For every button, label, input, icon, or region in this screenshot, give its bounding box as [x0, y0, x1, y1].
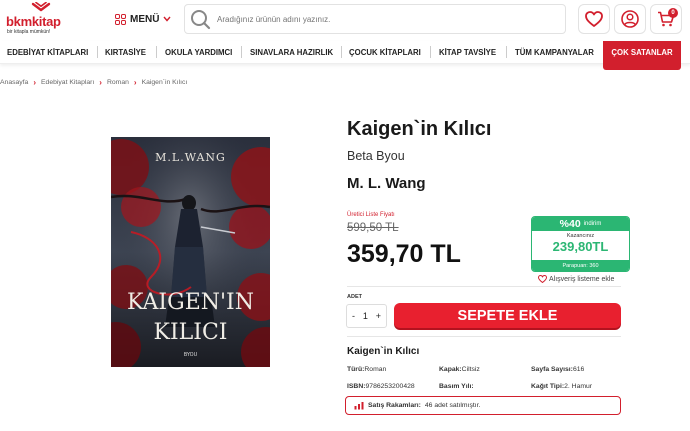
heart-outline-icon: [538, 275, 547, 283]
spec-label: Türü:: [347, 366, 365, 373]
nav-divider: [430, 46, 431, 58]
spec-value: Roman: [364, 366, 387, 373]
logo-wordmark: bkmkitap: [6, 14, 61, 29]
add-to-list-link[interactable]: Alışveriş listeme ekle: [538, 275, 614, 283]
nav-divider: [341, 46, 342, 58]
product-title: Kaigen`in Kılıcı: [347, 118, 492, 140]
spec-value: Ciltsiz: [461, 366, 480, 373]
cart-button[interactable]: 0: [650, 4, 682, 34]
breadcrumb-current: Kaigen`in Kılıcı: [141, 78, 188, 86]
book-cover-art: M.L.WANG KAIGEN'IN KILICI BYOU: [111, 137, 270, 367]
sale-price: 359,70 TL: [347, 240, 461, 268]
nav-item-stationery[interactable]: KIRTASİYE: [105, 41, 146, 63]
breadcrumb-home[interactable]: Anasayfa: [0, 79, 28, 86]
quantity-increase-button[interactable]: +: [376, 311, 381, 321]
points-label: Parapuan: 360: [532, 260, 629, 271]
quantity-label: ADET: [347, 294, 362, 300]
nav-item-all-campaigns[interactable]: TÜM KAMPANYALAR: [515, 41, 594, 63]
logo-mark-icon: [31, 2, 51, 12]
breadcrumb-chevron-icon: ›: [33, 77, 37, 87]
cover-publisher-mark: BYOU: [184, 352, 198, 358]
divider: [347, 336, 621, 337]
quantity-decrease-button[interactable]: -: [352, 311, 355, 321]
spec-label: Basım Yılı:: [439, 383, 474, 390]
quantity-stepper: - 1 +: [346, 304, 387, 328]
grid-menu-icon: [115, 13, 126, 25]
nav-item-children-books[interactable]: ÇOCUK KİTAPLARI: [349, 41, 421, 63]
book-cover-image[interactable]: M.L.WANG KAIGEN'IN KILICI BYOU: [111, 137, 270, 367]
search-bar[interactable]: [184, 4, 566, 34]
nav-divider: [97, 46, 98, 58]
spec-value: 9786253200428: [365, 383, 415, 390]
breadcrumb-literature[interactable]: Edebiyat Kitapları: [41, 79, 94, 86]
spec-paper-type: Kağıt Tipi:2. Hamur: [531, 383, 592, 390]
nav-item-book-recommendations[interactable]: KİTAP TAVSİYE: [439, 41, 496, 63]
spec-page-count: Sayfa Sayısı:616: [531, 366, 584, 373]
nav-divider: [506, 46, 507, 58]
logo-slogan: bir kitapla mümkün!: [7, 29, 51, 35]
cover-title-line1: KAIGEN'IN: [127, 290, 254, 315]
discount-box: %40 indirim Kazancınız 239,80TL Parapuan…: [531, 216, 630, 272]
divider: [347, 286, 621, 287]
brand-logo[interactable]: bkmkitap bir kitapla mümkün!: [6, 2, 98, 36]
sales-label: Satış Rakamları:: [368, 402, 421, 409]
cover-author: M.L.WANG: [155, 151, 226, 164]
spec-label: ISBN:: [347, 383, 366, 390]
list-price-label: Üretici Liste Fiyatı: [347, 212, 395, 218]
spec-isbn: ISBN:9786253200428: [347, 383, 415, 390]
product-page: bkmkitap bir kitapla mümkün! MENÜ Aradığ…: [0, 0, 690, 431]
add-to-cart-button[interactable]: SEPETE EKLE: [394, 303, 621, 328]
spec-genre: Türü:Roman: [347, 366, 386, 373]
menu-label: MENÜ: [130, 13, 160, 25]
nav-item-bestsellers[interactable]: ÇOK SATANLAR: [603, 41, 681, 70]
nav-item-school-help[interactable]: OKULA YARDIMCI: [165, 41, 232, 63]
category-nav: EDEBİYAT KİTAPLARI KIRTASİYE OKULA YARDI…: [0, 41, 690, 70]
spec-value: 616: [572, 366, 585, 373]
spec-cover: Kapak:Ciltsiz: [439, 366, 480, 373]
sales-figures-box: Satış Rakamları: 46 adet satılmıştır.: [345, 396, 621, 415]
add-to-list-label: Alışveriş listeme ekle: [549, 275, 615, 283]
nav-divider: [156, 46, 157, 58]
menu-button[interactable]: MENÜ: [107, 4, 183, 34]
account-button[interactable]: [614, 4, 646, 34]
nav-divider: [241, 46, 242, 58]
details-title: Kaigen`in Kılıcı: [347, 346, 420, 357]
spec-label: Sayfa Sayısı:: [531, 366, 573, 373]
breadcrumb-chevron-icon: ›: [99, 77, 102, 87]
product-author-link[interactable]: M. L. Wang: [347, 175, 426, 192]
bar-chart-icon: [354, 402, 364, 410]
product-publisher-link[interactable]: Beta Byou: [347, 149, 405, 163]
discount-word: indirim: [583, 221, 602, 227]
heart-icon: [585, 11, 603, 27]
spec-label: Kağıt Tipi:: [531, 383, 565, 390]
favorites-button[interactable]: [578, 4, 610, 34]
nav-item-literature[interactable]: EDEBİYAT KİTAPLARI: [7, 41, 88, 63]
breadcrumb-chevron-icon: ›: [133, 77, 137, 87]
spec-value: 2. Hamur: [564, 383, 593, 390]
breadcrumb: Anasayfa › Edebiyat Kitapları › Roman › …: [0, 77, 187, 87]
sales-value: 46 adet satılmıştır.: [424, 402, 481, 409]
list-price: 599,50 TL: [347, 222, 399, 234]
discount-header: %40 indirim: [532, 217, 629, 231]
user-icon: [621, 10, 639, 28]
search-input[interactable]: [217, 14, 547, 24]
cover-title-line2: KILICI: [154, 320, 228, 345]
quantity-value[interactable]: 1: [363, 311, 368, 321]
savings-amount: 239,80TL: [552, 239, 609, 254]
chevron-down-icon: [163, 16, 171, 22]
cart-count-badge: 0: [668, 8, 678, 18]
spec-print-year: Basım Yılı:: [439, 383, 474, 390]
breadcrumb-novel[interactable]: Roman: [107, 79, 129, 86]
spec-label: Kapak:: [439, 366, 462, 373]
nav-item-exam-prep[interactable]: SINAVLARA HAZIRLIK: [250, 41, 333, 63]
search-icon: [191, 10, 211, 30]
discount-percent: %40: [559, 218, 581, 230]
